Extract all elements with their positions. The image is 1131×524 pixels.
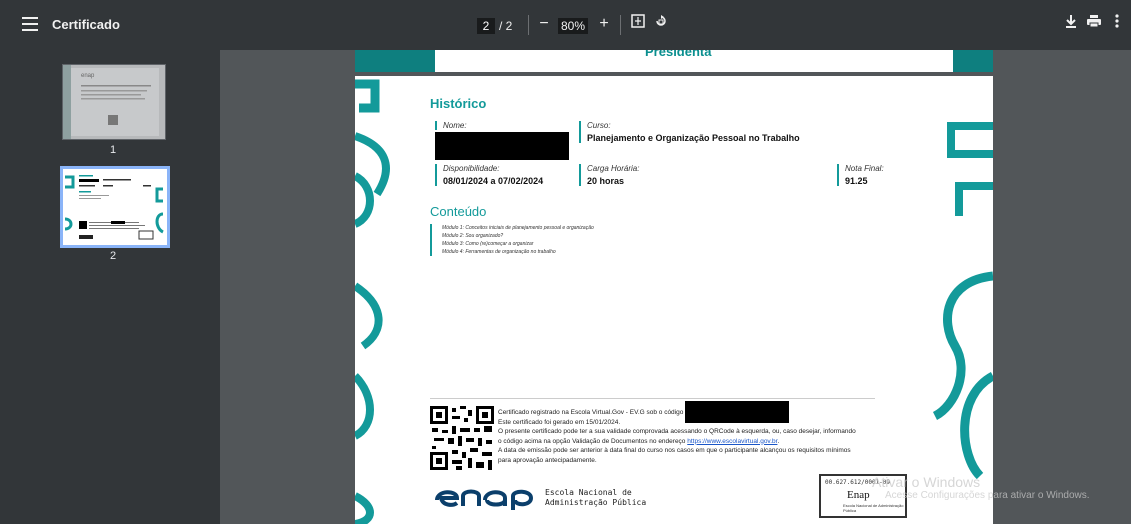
more-vert-icon[interactable] [1112,13,1122,35]
signature-caption: Presidenta [645,50,712,59]
fit-page-icon[interactable] [630,13,646,35]
module-item: Módulo 4: Ferramentas de organização no … [442,249,556,255]
redacted-name [435,132,569,160]
conteudo-heading: Conteúdo [430,204,487,219]
divider [430,398,875,399]
carga-horaria-value: 20 horas [587,176,625,186]
nota-final-field: Nota Final: 91.25 [837,164,884,186]
page-thumbnail-2[interactable] [60,166,170,248]
cert-line-6: para aprovação antecipadamente. [498,456,597,464]
module-item: Módulo 1: Conceitos iniciais de planejam… [442,225,594,231]
rotate-icon[interactable] [653,13,669,35]
zoom-out-button[interactable]: − [537,13,551,35]
disponibilidade-field: Disponibilidade: 08/01/2024 a 07/02/2024 [435,164,543,186]
redacted-code [685,401,789,423]
page-total: / 2 [499,19,513,33]
thumbnail-sidebar: enap 1 2 [0,50,220,524]
pdf-page-2: Histórico Nome: Curso: Planejamento e Or… [355,76,993,524]
historico-heading: Histórico [430,96,487,111]
thumbnail-label: 1 [109,144,117,156]
print-icon[interactable] [1086,13,1102,35]
download-icon[interactable] [1063,13,1079,35]
cert-line-5: A data de emissão pode ser anterior à da… [498,447,851,454]
cert-line-3: O presente certificado pode ter a sua va… [498,428,856,435]
nome-label: Nome: [443,121,467,130]
curso-label: Curso: [587,121,611,130]
carga-horaria-label: Carga Horária: [587,164,640,173]
disponibilidade-value: 08/01/2024 a 07/02/2024 [443,176,544,186]
module-item: Módulo 2: Sou organizado? [442,233,504,239]
windows-activation-watermark: Ativar o Windows [872,474,981,490]
module-list: Módulo 1: Conceitos iniciais de planejam… [430,224,594,256]
enap-logo [435,486,535,515]
nome-field: Nome: [435,121,467,130]
institution-line-1: Escola Nacional de [545,488,632,497]
thumbnail-label: 2 [109,250,117,262]
stamp-name: Enap [847,489,870,501]
page-thumbnail-1[interactable]: enap [62,64,166,140]
nota-final-value: 91.25 [845,176,868,186]
toolbar-divider [528,15,529,35]
qr-code[interactable] [430,406,494,470]
toolbar-divider [620,15,621,35]
curso-field: Curso: Planejamento e Organização Pessoa… [579,121,800,143]
cert-line-4-end: . [777,437,780,445]
zoom-in-button[interactable]: + [597,13,611,35]
svg-text:enap: enap [81,73,95,79]
windows-activation-hint: Acesse Configurações para ativar o Windo… [885,490,1090,501]
institution-line-2: Administração Pública [545,498,647,507]
nota-final-label: Nota Final: [845,164,884,173]
document-title: Certificado [52,17,120,32]
cert-line-4: o código acima na opção Validação de Doc… [498,437,688,445]
module-item: Módulo 3: Como (re)começar a organizar [442,241,534,247]
institution-name: Escola Nacional de Administração Pública [545,488,646,508]
page-number-input[interactable]: 2 [477,18,495,34]
escola-virtual-link[interactable]: https://www.escolavirtual.gov.br [687,438,777,445]
cert-line-1: Certificado registrado na Escola Virtual… [498,409,684,416]
carga-horaria-field: Carga Horária: 20 horas [579,164,639,186]
curso-value: Planejamento e Organização Pessoal no Tr… [587,133,800,143]
zoom-input[interactable]: 80% [558,18,588,34]
previous-page-bottom: Presidenta [355,50,993,72]
menu-icon[interactable] [22,17,38,33]
pdf-toolbar: Certificado 2 / 2 − 80% + [0,0,1131,50]
disponibilidade-label: Disponibilidade: [443,164,500,173]
stamp-sub: Escola Nacional de Administração Pública [843,503,904,513]
